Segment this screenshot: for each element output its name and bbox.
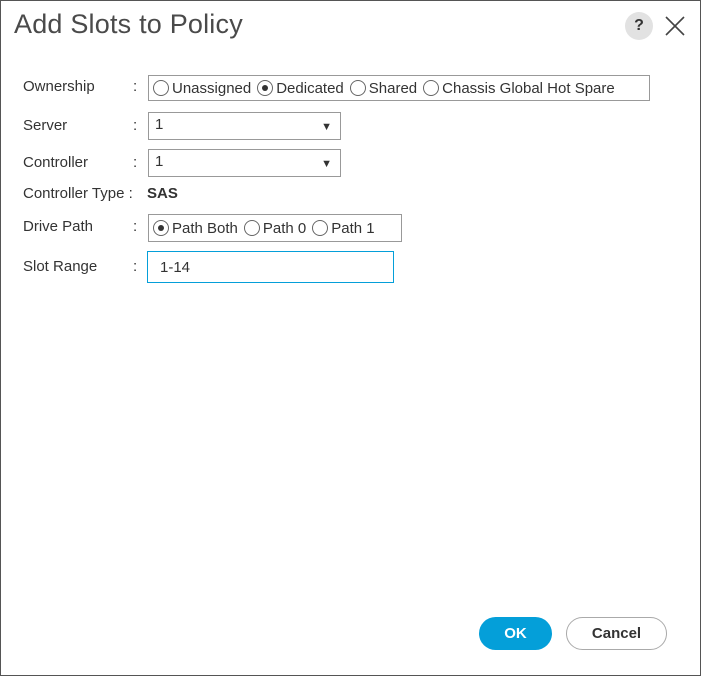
ownership-option-shared[interactable]: Shared — [349, 79, 418, 97]
radio-button[interactable] — [243, 220, 260, 236]
add-slots-dialog: Add Slots to Policy ? Ownership : Unassi… — [0, 0, 701, 676]
radio-button-selected[interactable] — [257, 80, 274, 96]
drive-path-option-path-1[interactable]: Path 1 — [312, 219, 375, 237]
ownership-option-label: Unassigned — [172, 79, 252, 97]
server-select[interactable]: 1 ▼ — [148, 112, 341, 140]
drive-path-option-label: Path Both — [172, 219, 238, 237]
radio-button[interactable] — [423, 80, 440, 96]
controller-type-label: Controller Type : — [23, 185, 133, 202]
slot-range-colon: : — [133, 258, 138, 275]
ownership-colon: : — [133, 78, 138, 95]
controller-label: Controller — [23, 154, 89, 171]
server-colon: : — [133, 117, 138, 134]
ownership-option-chassis-global-hot-spare[interactable]: Chassis Global Hot Spare — [423, 80, 615, 97]
drive-path-label: Drive Path — [23, 218, 94, 235]
radio-button-selected[interactable] — [153, 220, 169, 236]
server-label: Server — [23, 117, 68, 134]
drive-path-radio-group: Path Both Path 0 Path 1 — [148, 214, 402, 242]
drive-path-option-path-both[interactable]: Path Both — [153, 220, 238, 237]
help-button[interactable]: ? — [625, 12, 653, 40]
ownership-option-label: Chassis Global Hot Spare — [442, 79, 615, 97]
slot-range-input[interactable] — [147, 251, 394, 283]
ownership-radio-group: Unassigned Dedicated Shared Chassis Glob… — [148, 75, 650, 101]
controller-value: 1 — [155, 153, 164, 170]
ownership-option-label: Shared — [368, 79, 418, 97]
dialog-title: Add Slots to Policy — [14, 9, 243, 39]
close-icon[interactable] — [663, 14, 687, 38]
radio-button[interactable] — [312, 220, 329, 236]
drive-path-colon: : — [133, 218, 138, 235]
server-value: 1 — [155, 116, 164, 133]
chevron-down-icon: ▼ — [321, 158, 332, 170]
drive-path-option-label: Path 1 — [331, 219, 375, 237]
drive-path-option-path-0[interactable]: Path 0 — [243, 219, 307, 237]
ownership-option-label: Dedicated — [276, 79, 344, 97]
ownership-label: Ownership — [23, 78, 95, 95]
controller-type-value: SAS — [147, 185, 178, 202]
slot-range-label: Slot Range — [23, 258, 98, 275]
ok-button[interactable]: OK — [479, 617, 552, 650]
chevron-down-icon: ▼ — [321, 121, 332, 133]
radio-button[interactable] — [349, 80, 366, 96]
drive-path-option-label: Path 0 — [262, 219, 307, 237]
radio-button[interactable] — [153, 80, 169, 96]
cancel-button[interactable]: Cancel — [566, 617, 667, 650]
controller-colon: : — [133, 154, 138, 171]
controller-select[interactable]: 1 ▼ — [148, 149, 341, 177]
ownership-option-dedicated[interactable]: Dedicated — [257, 80, 344, 97]
ownership-option-unassigned[interactable]: Unassigned — [153, 80, 251, 97]
